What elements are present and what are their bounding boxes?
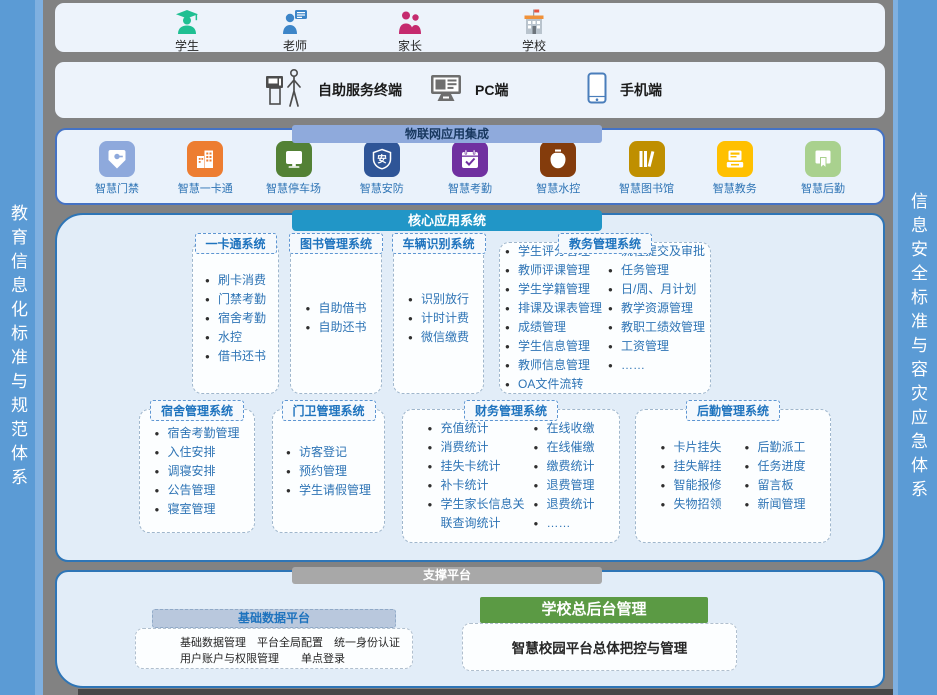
user-teacher: 老师 (266, 8, 324, 54)
school-backend-desc: 智慧校园平台总体把控与管理 (512, 637, 688, 657)
right-sidebar: 信息安全标准与容灾应急体系 (893, 0, 937, 695)
iot-label: 智慧水控 (526, 180, 590, 196)
system-items: 充值统计 消费统计 挂失卡统计 补卡统计 学生家长信息关联查询统计 在线收缴 在… (427, 419, 594, 533)
school-backend-details: 智慧校园平台总体把控与管理 (462, 623, 737, 671)
support-section: 支撑平台 基础数据平台 基础数据管理 平台全局配置 统一身份认证 用户账户与权限… (55, 570, 885, 688)
iot-label: 智慧门禁 (85, 180, 149, 196)
iot-label: 智慧一卡通 (173, 180, 237, 196)
one-card-icon (187, 141, 223, 177)
user-parents: 家长 (381, 8, 439, 54)
iot-logistics: 智慧后勤 (791, 141, 855, 196)
system-gate-guard: 门卫管理系统 访客登记 预约管理 学生请假管理 (272, 409, 385, 533)
iot-header: 物联网应用集成 (292, 125, 602, 143)
system-logistics: 后勤管理系统 卡片挂失 挂失解挂 智能报修 失物招领 后勤派工 任务进度 留言板… (635, 409, 831, 543)
system-items: 自助借书 自助还书 (305, 299, 366, 337)
iot-label: 智慧停车场 (262, 180, 326, 196)
teacher-icon (266, 8, 324, 35)
user-school: 学校 (505, 8, 563, 54)
terminal-label: 手机端 (620, 80, 662, 100)
kiosk-icon (263, 66, 305, 115)
library-books-icon (629, 141, 665, 177)
system-title: 门卫管理系统 (281, 400, 375, 421)
support-header: 支撑平台 (292, 567, 602, 584)
terminal-kiosk: 自助服务终端 (263, 62, 402, 118)
base-data-line1: 基础数据管理 平台全局配置 统一身份认证 (180, 635, 412, 651)
iot-access-control: 智慧门禁 (85, 141, 149, 196)
water-control-icon (540, 141, 576, 177)
system-title: 车辆识别系统 (391, 233, 485, 254)
left-sidebar-label: 教育信息化标准与规范体系 (5, 204, 30, 492)
core-section: 核心应用系统 一卡通系统 刷卡消费 门禁考勤 宿舍考勤 水控 借书还书 图书管理… (55, 213, 885, 562)
user-student: 学生 (158, 8, 216, 54)
desktop-icon (430, 74, 462, 107)
attendance-calendar-icon (452, 141, 488, 177)
system-library: 图书管理系统 自助借书 自助还书 (290, 242, 382, 394)
iot-label: 智慧后勤 (791, 180, 855, 196)
system-vehicle: 车辆识别系统 识别放行 计时计费 微信缴费 (393, 242, 484, 394)
user-label: 家长 (381, 37, 439, 54)
terminals-row: 自助服务终端 PC端 手机端 (55, 62, 885, 118)
iot-one-card: 智慧一卡通 (173, 141, 237, 196)
security-shield-icon: 安 (364, 141, 400, 177)
student-icon (158, 8, 216, 35)
base-data-platform-details: 基础数据管理 平台全局配置 统一身份认证 用户账户与权限管理 单点登录 (135, 628, 413, 669)
iot-items: 智慧门禁 智慧一卡通 (85, 141, 855, 196)
system-title: 教务管理系统 (558, 233, 652, 254)
terminal-label: PC端 (475, 80, 508, 100)
iot-parking: 智慧停车场 (262, 141, 326, 196)
iot-security: 安 智慧安防 (350, 141, 414, 196)
user-label: 老师 (266, 37, 324, 54)
iot-label: 智慧安防 (350, 180, 414, 196)
system-title: 后勤管理系统 (686, 400, 780, 421)
phone-icon (587, 72, 607, 109)
iot-library: 智慧图书馆 (615, 141, 679, 196)
bottom-divider (78, 689, 893, 695)
system-dormitory: 宿舍管理系统 宿舍考勤管理 入住安排 调寝安排 公告管理 寝室管理 (139, 409, 255, 533)
system-items: 识别放行 计时计费 微信缴费 (408, 290, 469, 347)
system-items: 卡片挂失 挂失解挂 智能报修 失物招领 后勤派工 任务进度 留言板 新闻管理 (660, 438, 805, 514)
system-finance: 财务管理系统 充值统计 消费统计 挂失卡统计 补卡统计 学生家长信息关联查询统计… (402, 409, 620, 543)
system-title: 一卡通系统 (194, 233, 276, 254)
core-header: 核心应用系统 (292, 210, 602, 231)
base-data-platform-title: 基础数据平台 (152, 609, 396, 628)
right-sidebar-label: 信息安全标准与容灾应急体系 (905, 192, 930, 504)
system-one-card: 一卡通系统 刷卡消费 门禁考勤 宿舍考勤 水控 借书还书 (192, 242, 279, 394)
terminal-label: 自助服务终端 (318, 80, 402, 100)
iot-section: 物联网应用集成 智慧门禁 (55, 128, 885, 205)
system-academic-affairs: 教务管理系统 学生评分管理 教师评课管理 学生学籍管理 排课及课表管理 成绩管理… (499, 242, 711, 394)
access-control-icon (99, 141, 135, 177)
iot-label: 智慧教务 (703, 180, 767, 196)
users-row: 学生 老师 家长 (55, 3, 885, 52)
system-title: 宿舍管理系统 (150, 400, 244, 421)
iot-academic: 智慧教务 (703, 141, 767, 196)
system-items: 访客登记 预约管理 学生请假管理 (286, 443, 371, 500)
iot-water-control: 智慧水控 (526, 141, 590, 196)
card-machine-icon (717, 141, 753, 177)
iot-label: 智慧图书馆 (615, 180, 679, 196)
school-icon (505, 8, 563, 35)
system-title: 财务管理系统 (464, 400, 558, 421)
system-items: 宿舍考勤管理 入住安排 调寝安排 公告管理 寝室管理 (154, 424, 239, 519)
user-label: 学校 (505, 37, 563, 54)
system-title: 图书管理系统 (289, 233, 383, 254)
system-items: 刷卡消费 门禁考勤 宿舍考勤 水控 借书还书 (205, 271, 266, 366)
terminal-pc: PC端 (430, 62, 508, 118)
base-data-line2: 用户账户与权限管理 单点登录 (180, 651, 412, 667)
terminal-phone: 手机端 (587, 62, 662, 118)
logistics-bookmark-icon (805, 141, 841, 177)
parking-icon (276, 141, 312, 177)
parents-icon (381, 8, 439, 35)
iot-label: 智慧考勤 (438, 180, 502, 196)
school-backend-title: 学校总后台管理 (480, 597, 708, 623)
left-sidebar: 教育信息化标准与规范体系 (0, 0, 43, 695)
iot-attendance: 智慧考勤 (438, 141, 502, 196)
system-items: 学生评分管理 教师评课管理 学生学籍管理 排课及课表管理 成绩管理 学生信息管理… (505, 242, 705, 394)
svg-text:安: 安 (377, 154, 387, 166)
user-label: 学生 (158, 37, 216, 54)
